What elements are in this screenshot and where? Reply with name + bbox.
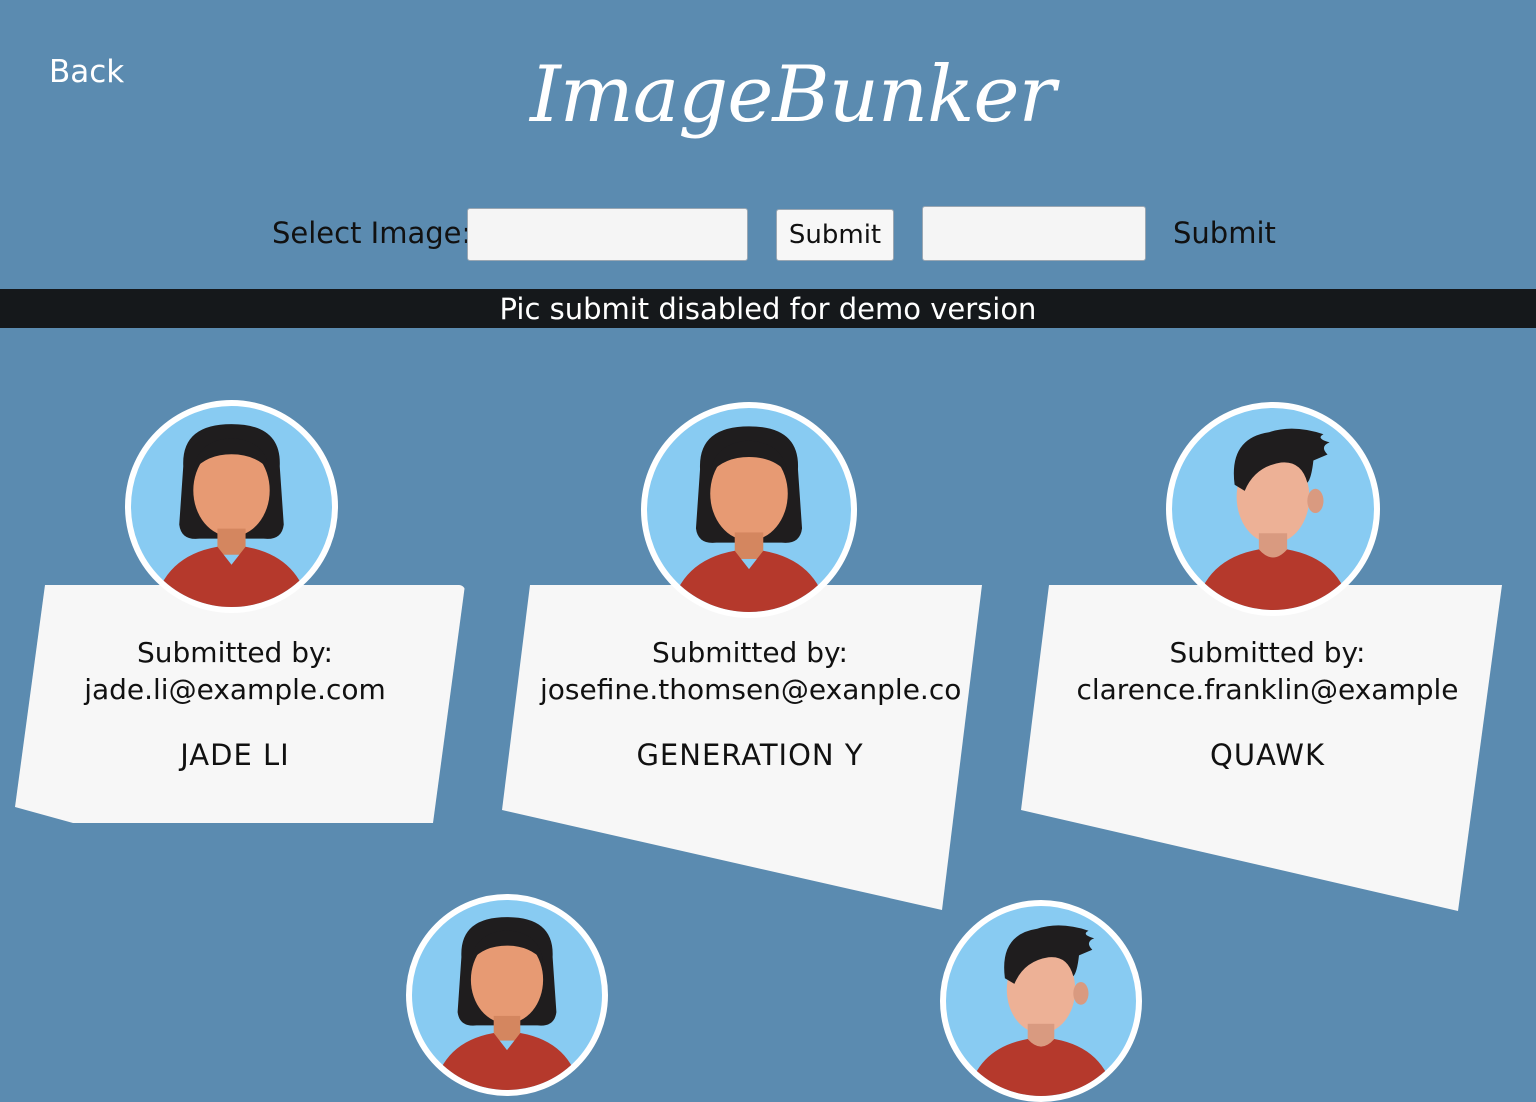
submitted-by-label: Submitted by: [1169,636,1366,669]
female-avatar-icon [125,400,338,613]
female-avatar-icon [641,402,857,618]
male-avatar-icon [940,900,1142,1102]
female-avatar-icon [406,894,608,1096]
back-link[interactable]: Back [49,54,124,90]
submit-button[interactable]: Submit [776,209,894,261]
male-avatar-icon [1166,402,1380,616]
image-title: QUAWK [1210,738,1325,772]
submit-link[interactable]: Submit [1173,216,1276,250]
card-text: Submitted by: jade.li@example.com JADE L… [15,634,455,772]
image-title: JADE LI [180,738,290,772]
brand-logo: ImageBunker [530,50,1056,140]
submitted-by-label: Submitted by: [652,636,848,669]
image-title: GENERATION Y [636,738,864,772]
submitter-email: jade.li@example.com [84,673,386,706]
card-text: Submitted by: josefine.thomsen@exanple.c… [540,634,962,772]
image-input[interactable] [467,208,748,261]
submitter-email: clarence.franklin@example [1076,673,1459,706]
demo-notice-bar: Pic submit disabled for demo version [0,289,1536,328]
demo-notice-text: Pic submit disabled for demo version [499,291,1037,326]
select-image-label: Select Image: [272,216,472,250]
submitter-email: josefine.thomsen@exanple.co [540,673,962,706]
submitted-by-label: Submitted by: [137,636,333,669]
secondary-input[interactable] [922,206,1146,261]
card-text: Submitted by: clarence.franklin@example … [1060,634,1475,772]
